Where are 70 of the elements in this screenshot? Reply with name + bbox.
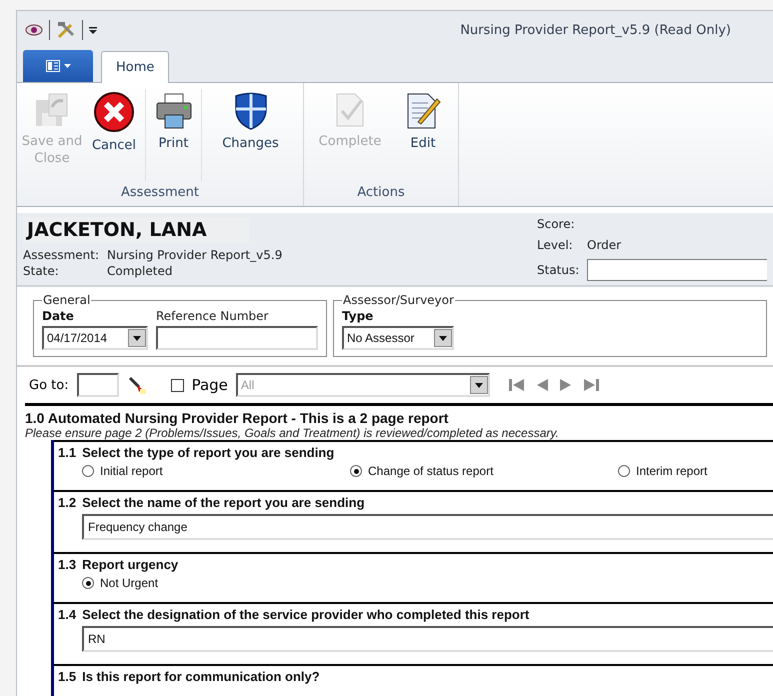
app-menu-button[interactable]	[23, 50, 93, 82]
question-number: 1.3	[58, 557, 76, 572]
go-to-field[interactable]	[76, 373, 119, 397]
go-to-label: Go to:	[29, 378, 69, 392]
page-label: Page	[192, 376, 228, 394]
score-label: Score:	[537, 217, 576, 232]
printer-icon	[154, 91, 194, 131]
dropdown-arrow-icon	[133, 336, 141, 340]
question-text: Select the type of report you are sending	[82, 445, 334, 460]
flashlight-icon[interactable]	[126, 375, 147, 395]
dropdown-arrow-icon	[64, 64, 70, 68]
question-number: 1.2	[58, 495, 76, 510]
field-value: Nursing Provider Report_v5.9	[107, 247, 282, 263]
radio-label: Interim report	[636, 464, 708, 478]
ribbon-button[interactable]: Changes	[201, 89, 299, 181]
field-label: State:	[23, 263, 60, 279]
patient-name: JACKETON, LANA	[23, 217, 249, 243]
radio-button[interactable]	[82, 465, 94, 477]
dropdown-arrow-icon	[439, 336, 447, 340]
shield-icon	[232, 91, 268, 131]
group-legend: General	[42, 293, 92, 307]
window-title: Nursing Provider Report_v5.9 (Read Only)	[460, 22, 731, 38]
question-text: Select the name of the report you are sending	[82, 495, 365, 510]
question-text: Select the designation of the service provider who completed this report	[82, 607, 530, 622]
radio-button[interactable]	[82, 577, 94, 589]
radio-option[interactable]: Not Urgent	[82, 576, 350, 590]
question-number: 1.4	[58, 607, 76, 622]
customize-arrow-icon[interactable]	[89, 26, 97, 34]
first-page-icon[interactable]	[508, 378, 526, 392]
dropdown-arrow-icon	[474, 382, 483, 388]
reference-number-field[interactable]	[156, 326, 318, 350]
status-label: Status:	[537, 262, 580, 277]
type-label: Type	[342, 309, 374, 323]
last-page-icon[interactable]	[582, 378, 600, 392]
radio-button[interactable]	[350, 465, 362, 477]
answer-field[interactable]: Frequency change	[82, 514, 773, 540]
field-value: Completed	[107, 263, 174, 279]
ribbon-button[interactable]: Edit	[392, 89, 454, 181]
radio-option[interactable]: Change of status report	[350, 464, 618, 478]
radio-label: Initial report	[100, 464, 163, 478]
group-label: Actions	[356, 184, 406, 202]
close-icon	[93, 91, 135, 133]
section-note: Please ensure page 2 (Problems/Issues, Goals and Treatment) is reviewed/completed as necessary.	[25, 426, 560, 440]
field-label: Assessment:	[23, 247, 100, 263]
radio-option[interactable]: Initial report	[82, 464, 350, 478]
status-field[interactable]	[587, 258, 767, 281]
level-value: Order	[587, 238, 622, 252]
question-number: 1.1	[58, 445, 76, 460]
type-dropdown[interactable]: No Assessor	[342, 326, 454, 350]
question-number: 1.5	[58, 669, 76, 684]
question-text: Is this report for communication only?	[82, 669, 320, 684]
group-label: Assessment	[120, 184, 200, 202]
section-title: 1.0 Automated Nursing Provider Report - This is a 2 page report	[25, 409, 450, 426]
ribbon-button[interactable]: Cancel	[83, 89, 145, 181]
ribbon-tab[interactable]: Home	[101, 51, 170, 83]
radio-button[interactable]	[618, 465, 630, 477]
date-label: Date	[42, 309, 75, 323]
tools-icon[interactable]	[56, 20, 76, 40]
panel-icon	[46, 60, 60, 72]
radio-label: Not Urgent	[100, 576, 158, 590]
page-checkbox[interactable]	[170, 378, 184, 392]
radio-option[interactable]: Interim report	[618, 464, 773, 478]
radio-label: Change of status report	[368, 464, 494, 478]
level-label: Level:	[537, 238, 574, 252]
question-text: Report urgency	[82, 557, 178, 572]
date-dropdown[interactable]: 04/17/2014	[42, 326, 148, 350]
reference-number-label: Reference Number	[156, 309, 270, 323]
ribbon-button[interactable]: Print	[145, 89, 201, 181]
group-legend: Assessor/Surveyor	[342, 293, 455, 307]
answer-field[interactable]: RN	[82, 626, 773, 652]
